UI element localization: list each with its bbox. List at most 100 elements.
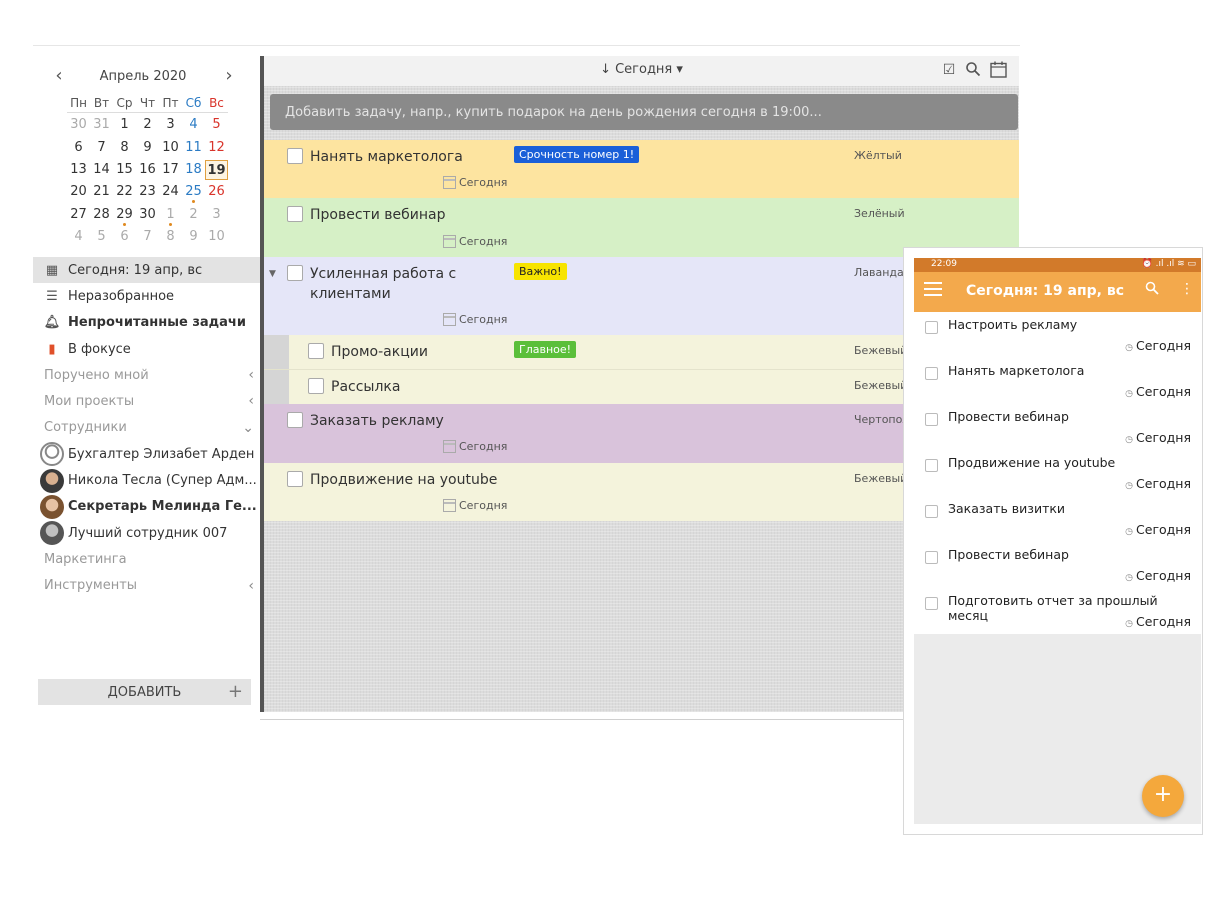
clock-icon: ◷ bbox=[1125, 481, 1134, 491]
calendar-day[interactable]: 9 bbox=[182, 227, 205, 247]
search-icon[interactable] bbox=[1145, 281, 1159, 299]
subtask-indent bbox=[264, 335, 289, 369]
calendar-day[interactable]: 5 bbox=[205, 115, 228, 135]
calendar-day[interactable]: 25 bbox=[182, 182, 205, 204]
task-title: Нанять маркетолога bbox=[310, 149, 463, 165]
calendar-day[interactable]: 1 bbox=[159, 205, 182, 226]
calendar-day[interactable]: 17 bbox=[159, 160, 182, 180]
calendar-day[interactable]: 7 bbox=[136, 227, 159, 247]
task-checkbox[interactable] bbox=[925, 413, 938, 426]
calendar-day[interactable]: 14 bbox=[90, 160, 113, 180]
calendar-day[interactable]: 10 bbox=[205, 227, 228, 247]
calendar-day[interactable]: 7 bbox=[90, 138, 113, 158]
chevron-left-icon[interactable]: ‹ bbox=[49, 66, 69, 88]
calendar-day[interactable]: 21 bbox=[90, 182, 113, 202]
calendar-day[interactable]: 4 bbox=[67, 227, 90, 247]
chevron-left-icon[interactable]: ‹ bbox=[248, 393, 254, 409]
task-checkbox[interactable] bbox=[287, 265, 303, 281]
calendar-day[interactable]: 29 bbox=[113, 205, 136, 226]
sidebar-item-tools[interactable]: Инструменты ‹ bbox=[33, 573, 260, 599]
more-vert-icon[interactable]: ⋮ bbox=[1180, 281, 1194, 297]
checkbox-icon[interactable]: ☑ bbox=[940, 61, 958, 79]
calendar-day[interactable]: 16 bbox=[136, 160, 159, 180]
task-checkbox[interactable] bbox=[287, 148, 303, 164]
mobile-task-item[interactable]: Провести вебинар ◷ Сегодня bbox=[914, 542, 1201, 588]
calendar-day[interactable]: 4 bbox=[182, 115, 205, 135]
task-checkbox[interactable] bbox=[925, 551, 938, 564]
sidebar-item-today[interactable]: ▦ Сегодня: 19 апр, вс bbox=[33, 257, 260, 284]
task-checkbox[interactable] bbox=[925, 321, 938, 334]
calendar-month: Апрель 2020 bbox=[99, 69, 187, 84]
calendar-day[interactable]: 8 bbox=[159, 227, 182, 247]
mobile-task-item[interactable]: Подготовить отчет за прошлый месяц ◷ Сего… bbox=[914, 588, 1201, 634]
collapse-triangle-icon[interactable]: ▼ bbox=[269, 269, 276, 279]
mobile-task-item[interactable]: Заказать визитки ◷ Сегодня bbox=[914, 496, 1201, 542]
sidebar-item-employee[interactable]: Секретарь Мелинда Ге... bbox=[33, 494, 260, 520]
calendar-day[interactable]: 5 bbox=[90, 227, 113, 247]
calendar-day[interactable]: 28 bbox=[90, 205, 113, 225]
calendar-day[interactable]: 6 bbox=[67, 138, 90, 158]
calendar-day[interactable]: 30 bbox=[67, 115, 90, 135]
calendar-day[interactable]: 9 bbox=[136, 138, 159, 158]
sidebar-item-focus[interactable]: ▮ В фокусе bbox=[33, 336, 260, 362]
chevron-left-icon[interactable]: ‹ bbox=[248, 578, 254, 594]
sidebar-item-employees[interactable]: Сотрудники ⌄ bbox=[33, 415, 260, 441]
task-checkbox[interactable] bbox=[925, 367, 938, 380]
sidebar-item-label: Маркетинга bbox=[44, 551, 127, 567]
task-checkbox[interactable] bbox=[925, 505, 938, 518]
sidebar-item-employee[interactable]: Лучший сотрудник 007 bbox=[33, 520, 260, 546]
calendar-day[interactable]: 2 bbox=[136, 115, 159, 135]
task-checkbox[interactable] bbox=[308, 378, 324, 394]
calendar-icon[interactable] bbox=[989, 61, 1007, 79]
mobile-task-item[interactable]: Нанять маркетолога ◷ Сегодня bbox=[914, 358, 1201, 404]
task-checkbox[interactable] bbox=[287, 471, 303, 487]
add-task-input[interactable] bbox=[270, 94, 1018, 130]
calendar-day[interactable]: 8 bbox=[113, 138, 136, 158]
task-row[interactable]: Нанять маркетолога Срочность номер 1! Жё… bbox=[264, 140, 1019, 198]
mobile-task-item[interactable]: Продвижение на youtube ◷ Сегодня bbox=[914, 450, 1201, 496]
add-button[interactable]: ДОБАВИТЬ + bbox=[38, 679, 251, 705]
task-checkbox[interactable] bbox=[287, 206, 303, 222]
sidebar-item-employee[interactable]: Никола Тесла (Супер Адм... bbox=[33, 467, 260, 493]
task-tag: Важно! bbox=[514, 263, 567, 280]
calendar-day[interactable]: 2 bbox=[182, 205, 205, 225]
sidebar-item-assigned-by-me[interactable]: Поручено мной ‹ bbox=[33, 362, 260, 388]
calendar-day[interactable]: 30 bbox=[136, 205, 159, 225]
task-checkbox[interactable] bbox=[308, 343, 324, 359]
sidebar-item-inbox[interactable]: ☰ Неразобранное bbox=[33, 283, 260, 309]
calendar-day[interactable]: 3 bbox=[205, 205, 228, 225]
calendar-day[interactable]: 11 bbox=[182, 138, 205, 158]
calendar-day-today[interactable]: 19 bbox=[205, 160, 228, 181]
calendar-day[interactable]: 23 bbox=[136, 182, 159, 202]
mobile-task-item[interactable]: Настроить рекламу ◷ Сегодня bbox=[914, 312, 1201, 358]
calendar-day[interactable]: 12 bbox=[205, 138, 228, 158]
calendar-day[interactable]: 1 bbox=[113, 115, 136, 135]
sort-dropdown[interactable]: ↓ Сегодня ▾ bbox=[264, 62, 1019, 77]
sidebar-item-marketing[interactable]: Маркетинга bbox=[33, 546, 260, 572]
sidebar-item-my-projects[interactable]: Мои проекты ‹ bbox=[33, 388, 260, 414]
chevron-left-icon[interactable]: ‹ bbox=[248, 367, 254, 383]
add-task-fab[interactable]: + bbox=[1142, 775, 1184, 817]
calendar-day[interactable]: 31 bbox=[90, 115, 113, 135]
mobile-task-item[interactable]: Провести вебинар ◷ Сегодня bbox=[914, 404, 1201, 450]
calendar-day[interactable]: 18 bbox=[182, 160, 205, 180]
task-checkbox[interactable] bbox=[925, 459, 938, 472]
chevron-down-icon[interactable]: ⌄ bbox=[242, 420, 254, 436]
menu-icon[interactable] bbox=[924, 282, 942, 296]
calendar-day[interactable]: 26 bbox=[205, 182, 228, 202]
task-checkbox[interactable] bbox=[925, 597, 938, 610]
calendar-day[interactable]: 22 bbox=[113, 182, 136, 202]
calendar-day[interactable]: 20 bbox=[67, 182, 90, 202]
calendar-day[interactable]: 10 bbox=[159, 138, 182, 158]
calendar-day[interactable]: 13 bbox=[67, 160, 90, 180]
calendar-day[interactable]: 24 bbox=[159, 182, 182, 202]
calendar-day[interactable]: 15 bbox=[113, 160, 136, 180]
calendar-day[interactable]: 6 bbox=[113, 227, 136, 247]
sidebar-item-employee[interactable]: Бухгалтер Элизабет Арден bbox=[33, 441, 260, 467]
sidebar-item-unread[interactable]: 🔔︎ Непрочитанные задачи bbox=[33, 310, 260, 336]
chevron-right-icon[interactable]: › bbox=[219, 66, 239, 88]
calendar-day[interactable]: 27 bbox=[67, 205, 90, 225]
search-icon[interactable] bbox=[964, 61, 982, 79]
calendar-day[interactable]: 3 bbox=[159, 115, 182, 135]
task-checkbox[interactable] bbox=[287, 412, 303, 428]
